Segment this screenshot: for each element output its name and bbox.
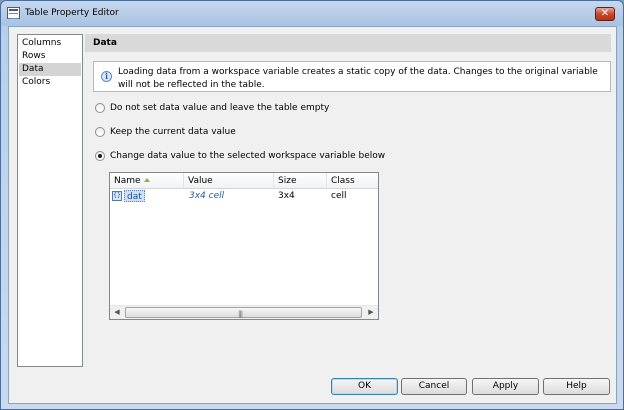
table-header: Name Value Size Class xyxy=(110,173,378,189)
cancel-button[interactable]: Cancel xyxy=(401,378,467,395)
dialog-client: Columns Rows Data Colors Data i Loading … xyxy=(8,26,617,404)
grip-icon: ||| xyxy=(238,310,243,318)
scroll-left-icon[interactable]: ◀ xyxy=(110,306,124,319)
ok-button[interactable]: OK xyxy=(331,378,398,395)
scroll-right-icon[interactable]: ▶ xyxy=(364,306,378,319)
info-box: i Loading data from a workspace variable… xyxy=(93,61,611,92)
help-button[interactable]: Help xyxy=(543,378,610,395)
info-text: Loading data from a workspace variable c… xyxy=(118,67,598,90)
column-header-size[interactable]: Size xyxy=(274,173,327,189)
radio-empty[interactable] xyxy=(95,103,105,113)
radio-keep-current[interactable] xyxy=(95,127,105,137)
horizontal-scrollbar[interactable]: ◀ ||| ▶ xyxy=(110,305,378,319)
workspace-variable-table[interactable]: Name Value Size Class {} dat 3x4 cell 3x… xyxy=(109,172,379,320)
section-title: Data xyxy=(93,38,117,48)
variable-class: cell xyxy=(331,191,347,201)
nav-item-columns[interactable]: Columns xyxy=(19,37,81,50)
nav-item-colors[interactable]: Colors xyxy=(19,76,81,89)
scroll-thumb[interactable]: ||| xyxy=(125,307,362,318)
window: Table Property Editor ✕ Columns Rows Dat… xyxy=(0,0,624,410)
column-header-value[interactable]: Value xyxy=(184,173,274,189)
info-icon: i xyxy=(101,71,112,82)
nav-item-data[interactable]: Data xyxy=(19,63,81,76)
option-keep-current[interactable]: Keep the current data value xyxy=(95,125,236,139)
column-header-name[interactable]: Name xyxy=(110,173,184,189)
category-list: Columns Rows Data Colors xyxy=(17,34,83,367)
variable-size: 3x4 xyxy=(278,191,295,201)
table-row[interactable]: {} dat 3x4 cell 3x4 cell xyxy=(110,190,378,202)
option-empty[interactable]: Do not set data value and leave the tabl… xyxy=(95,101,329,115)
sort-ascending-icon xyxy=(143,178,150,182)
close-button[interactable]: ✕ xyxy=(595,7,615,21)
option-workspace-variable[interactable]: Change data value to the selected worksp… xyxy=(95,149,385,163)
option-workspace-variable-label: Change data value to the selected worksp… xyxy=(110,151,386,161)
option-empty-label: Do not set data value and leave the tabl… xyxy=(110,103,330,113)
window-title: Table Property Editor xyxy=(25,8,119,18)
cell-variable-icon: {} xyxy=(112,191,122,201)
nav-item-rows[interactable]: Rows xyxy=(19,50,81,63)
option-keep-current-label: Keep the current data value xyxy=(110,127,236,137)
title-bar[interactable]: Table Property Editor ✕ xyxy=(1,1,623,27)
radio-workspace-variable[interactable] xyxy=(95,151,105,161)
variable-value: 3x4 cell xyxy=(189,191,225,201)
section-header: Data xyxy=(85,34,611,52)
apply-button[interactable]: Apply xyxy=(472,378,539,395)
column-header-class[interactable]: Class xyxy=(327,173,378,189)
variable-name[interactable]: dat xyxy=(124,190,145,202)
table-app-icon xyxy=(7,7,20,19)
